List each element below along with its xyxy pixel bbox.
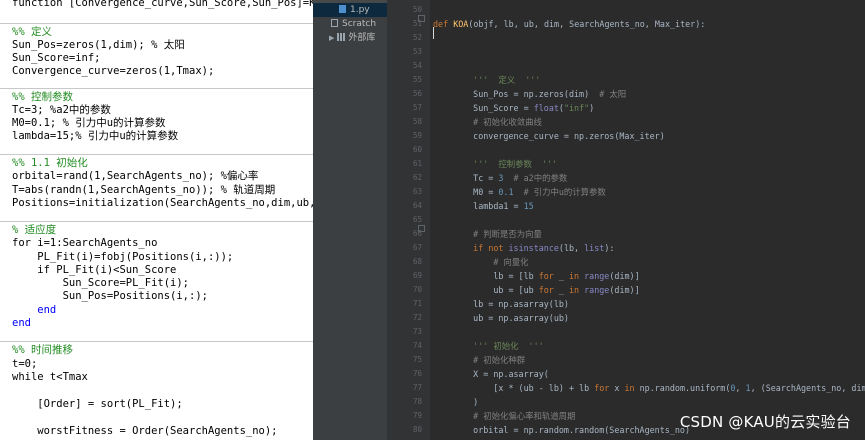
matlab-code-line: for i=1:SearchAgents_no [12, 237, 158, 249]
tree-item-file[interactable]: 1.py [313, 3, 387, 17]
python-code-line: ub = [ub for _ in range(dim)] [453, 285, 640, 295]
python-code-line: convergence_curve = np.zeros(Max_iter) [453, 131, 665, 141]
matlab-code-line: %% 1.1 初始化 [12, 157, 88, 169]
python-code-line: lb = [lb for _ in range(dim)] [453, 271, 640, 281]
scratch-icon [331, 19, 338, 27]
matlab-code-line: Sun_Pos=zeros(1,dim); % 太阳 [12, 39, 185, 51]
line-number: 62 [412, 173, 422, 182]
python-code-line: ''' 初始化 ''' [473, 341, 544, 351]
matlab-code-line: lambda=15;% 引力中u的计算参数 [12, 130, 179, 142]
python-code-line: # 判断是否为向量 [473, 229, 542, 239]
python-code-line: ) [453, 397, 479, 407]
line-number: 78 [412, 397, 422, 406]
matlab-code-line: t=0; [12, 358, 38, 370]
matlab-code-line: Sun_Pos=Positions(i,:); [12, 290, 208, 302]
matlab-code-line: if PL_Fit(i)<Sun_Score [12, 264, 177, 276]
python-editor[interactable]: def KOA(objf, lb, ub, dim, SearchAgents_… [430, 0, 865, 440]
chevron-right-icon: ▶ [329, 34, 335, 42]
section-divider [0, 23, 313, 24]
tree-item-label: 外部库 [348, 33, 376, 43]
matlab-code-line: Convergence_curve=zeros(1,Tmax); [12, 65, 215, 77]
matlab-code-line: Tc=3; %a2中的参数 [12, 104, 111, 116]
line-number: 77 [412, 383, 422, 392]
line-number: 59 [412, 131, 422, 140]
matlab-code-line: end [12, 304, 57, 316]
python-code-line: if not isinstance(lb, list): [473, 243, 615, 253]
line-number-gutter: 50 51 52 53 54 55 56 57 58 59 60 61 62 63 64 65 66 67 68 69… [387, 0, 430, 440]
tree-item-label: 1.py [350, 5, 370, 15]
tree-item-label: Scratch [342, 19, 377, 29]
line-number: 76 [412, 369, 422, 378]
python-code-line: Sun_Pos = np.zeros(dim) # 太阳 [453, 89, 627, 99]
matlab-code-line: end [12, 317, 31, 329]
line-number: 67 [412, 243, 422, 252]
python-code-line: orbital = np.random.random(SearchAgents_… [453, 425, 690, 435]
matlab-code-line: %% 时间推移 [12, 344, 73, 356]
python-code-line: Sun_Score = float("inf") [453, 103, 595, 113]
section-divider [0, 221, 313, 222]
matlab-code-line: Sun_Score=inf; [12, 52, 101, 64]
line-number: 53 [412, 47, 422, 56]
line-number: 58 [412, 117, 422, 126]
line-number: 57 [412, 103, 422, 112]
python-code-line: lambda1 = 15 [453, 201, 534, 211]
watermark: CSDN @KAU的云实验台 [679, 413, 851, 431]
line-number: 70 [412, 285, 422, 294]
line-number: 63 [412, 187, 422, 196]
python-code-line: # 初始化收敛曲线 [473, 117, 542, 127]
line-number: 64 [412, 201, 422, 210]
fold-marker-icon[interactable] [418, 225, 425, 232]
line-number: 75 [412, 355, 422, 364]
line-number: 61 [412, 159, 422, 168]
line-number: 54 [412, 61, 422, 70]
line-number: 73 [412, 327, 422, 336]
project-tree[interactable]: 1.py Scratch ▶ 外部库 [313, 0, 387, 440]
matlab-code-line: [Order] = sort(PL_Fit); [12, 398, 183, 410]
tree-item-external-libraries[interactable]: ▶ 外部库 [313, 31, 387, 45]
matlab-code-line: while t<Tmax [12, 371, 88, 383]
section-divider [0, 154, 313, 155]
line-number: 55 [412, 75, 422, 84]
line-number: 80 [412, 425, 422, 434]
python-code-line: lb = np.asarray(lb) [453, 299, 569, 309]
matlab-code-line: PL_Fit(i)=fobj(Positions(i,:)); [12, 251, 234, 263]
tree-item-scratch[interactable]: Scratch [313, 17, 387, 31]
python-code-line: ''' 控制参数 ''' [473, 159, 558, 169]
line-number: 74 [412, 341, 422, 350]
line-number: 72 [412, 313, 422, 322]
section-divider [0, 88, 313, 89]
matlab-code-line: % 适应度 [12, 224, 57, 236]
section-divider [0, 341, 313, 342]
line-number: 69 [412, 271, 422, 280]
library-icon [337, 33, 346, 41]
matlab-code-line: M0=0.1; % 引力中u的计算参数 [12, 117, 166, 129]
matlab-code-line: %% 控制参数 [12, 91, 73, 103]
line-number: 56 [412, 89, 422, 98]
fold-marker-icon[interactable] [418, 15, 425, 22]
python-code-line: [x * (ub - lb) + lb for x in np.random.u… [453, 383, 865, 393]
line-number: 71 [412, 299, 422, 308]
python-code-line: # 初始化种群 [473, 355, 526, 365]
matlab-editor[interactable]: function [Convergence_curve,Sun_Score,Su… [0, 0, 313, 440]
matlab-code-line: T=abs(randn(1,SearchAgents_no)); % 轨道周期 [12, 184, 276, 196]
line-number: 52 [412, 33, 422, 42]
matlab-code-line: function [Convergence_curve,Sun_Score,Su… [12, 0, 313, 9]
matlab-code-line: Positions=initialization(SearchAgents_no… [12, 197, 313, 209]
python-code-line: def KOA(objf, lb, ub, dim, SearchAgents_… [433, 19, 706, 29]
python-code-line: ''' 定义 ''' [473, 75, 541, 85]
python-file-icon [339, 5, 346, 13]
matlab-code-line: %% 定义 [12, 26, 52, 38]
line-number: 68 [412, 257, 422, 266]
line-number: 60 [412, 145, 422, 154]
python-code-line: X = np.asarray( [453, 369, 549, 379]
matlab-code-line: Sun_Score=PL_Fit(i); [12, 277, 190, 289]
python-code-line: # 向量化 [493, 257, 529, 267]
line-number: 79 [412, 411, 422, 420]
python-code-line: M0 = 0.1 # 引力中u的计算参数 [453, 187, 606, 197]
python-code-line: Tc = 3 # a2中的参数 [453, 173, 568, 183]
python-code-line: ub = np.asarray(ub) [453, 313, 569, 323]
matlab-code-line: worstFitness = Order(SearchAgents_no); [12, 425, 278, 437]
python-code-line: # 初始化偏心率和轨道周期 [473, 411, 576, 421]
matlab-code-line: orbital=rand(1,SearchAgents_no); %偏心率 [12, 170, 259, 182]
